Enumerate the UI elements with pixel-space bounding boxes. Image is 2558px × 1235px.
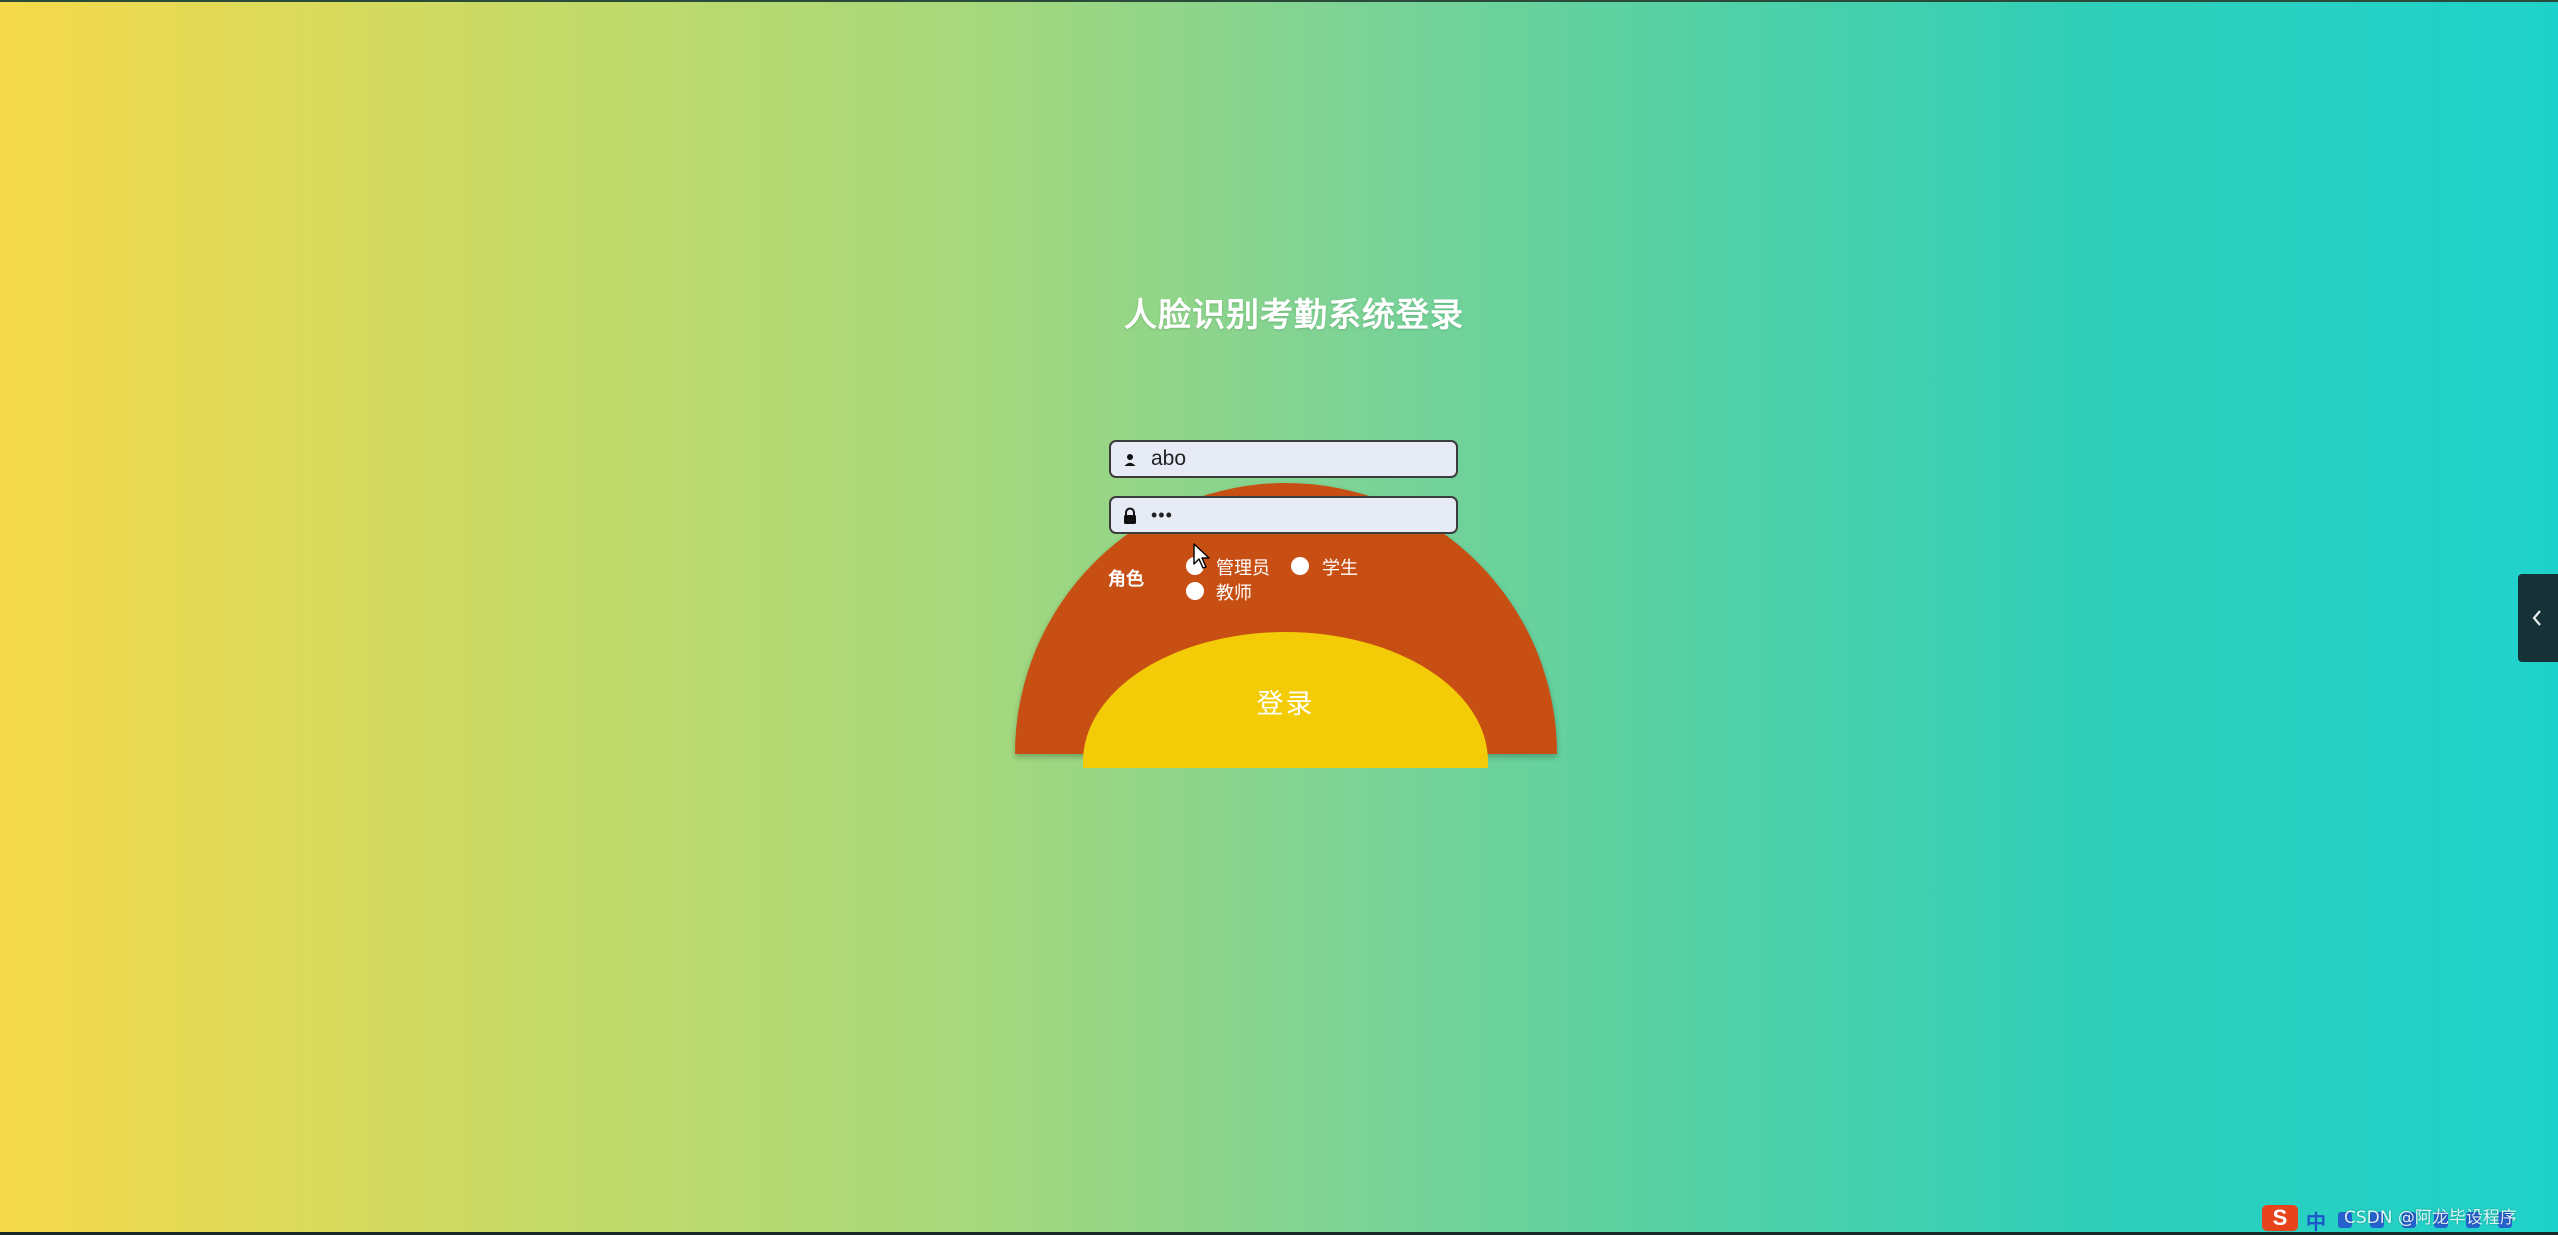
- user-icon: [1124, 454, 1136, 466]
- csdn-watermark: CSDN @阿龙毕设程序: [2344, 1208, 2517, 1228]
- side-panel-toggle[interactable]: [2518, 574, 2558, 662]
- page-title: 人脸识别考勤系统登录: [1124, 295, 1464, 334]
- role-radio-student[interactable]: [1291, 557, 1309, 575]
- role-label-admin: 管理员: [1216, 558, 1270, 579]
- chevron-left-icon: [2532, 610, 2541, 626]
- username-field[interactable]: [1109, 440, 1458, 478]
- role-label: 角色: [1108, 569, 1144, 590]
- password-input[interactable]: [1151, 502, 1446, 528]
- password-field[interactable]: [1109, 496, 1458, 534]
- ime-language-indicator[interactable]: 中: [2306, 1206, 2326, 1235]
- role-radio-teacher[interactable]: [1186, 582, 1204, 600]
- sogou-ime-logo: S: [2262, 1205, 2298, 1231]
- window-top-border: [0, 0, 2558, 2]
- role-label-student: 学生: [1322, 558, 1358, 579]
- login-button-label: 登录: [1256, 689, 1315, 719]
- username-input[interactable]: [1151, 446, 1446, 472]
- role-label-teacher: 教师: [1216, 583, 1252, 604]
- mouse-cursor-icon: [1193, 543, 1210, 569]
- lock-icon: [1124, 507, 1136, 524]
